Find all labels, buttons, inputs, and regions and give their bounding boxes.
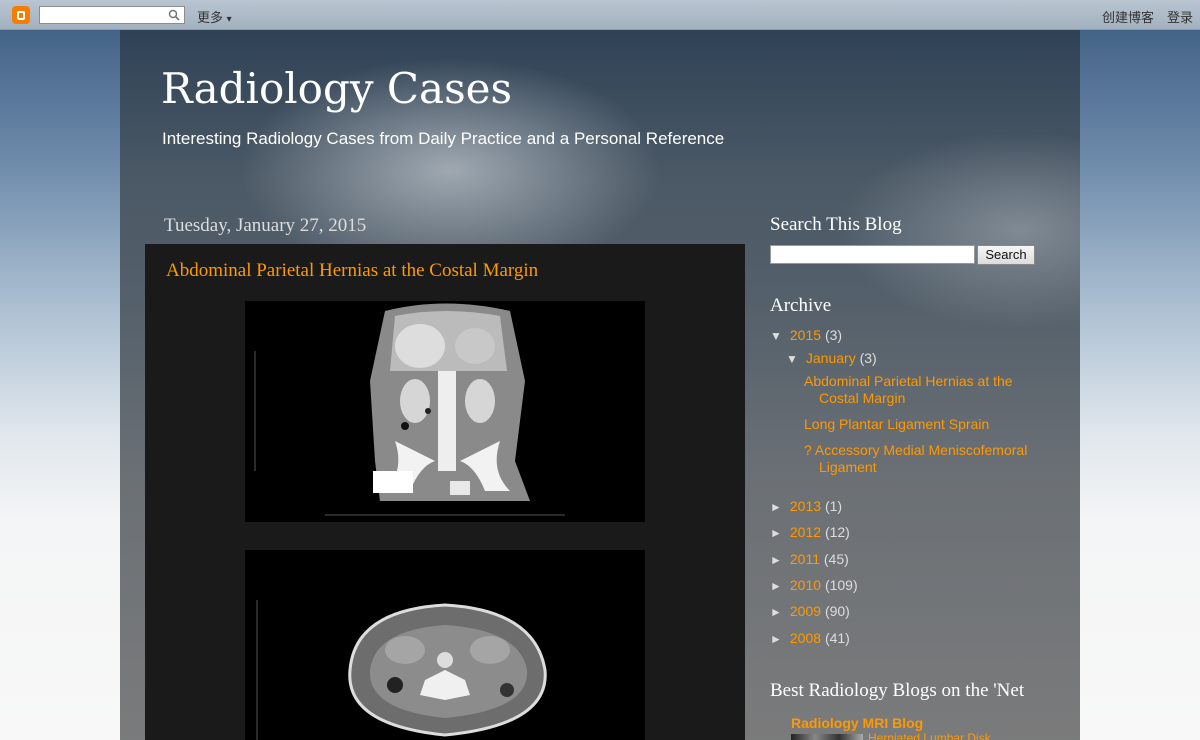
blog-title[interactable]: Radiology Cases	[161, 64, 512, 113]
archive-year-link[interactable]: 2011	[790, 551, 820, 567]
collapsed-triangle-icon[interactable]: ►	[770, 632, 786, 646]
archive-month-january[interactable]: ▼ January (3)	[786, 350, 877, 366]
archive-count: (3)	[824, 327, 843, 343]
more-label: 更多	[197, 10, 224, 25]
blog-description: Interesting Radiology Cases from Daily P…	[162, 129, 725, 148]
expanded-triangle-icon[interactable]: ▼	[770, 329, 786, 343]
chevron-down-icon: ▾	[226, 14, 232, 25]
blogger-navbar: 更多 ▾ 创建博客 登录	[0, 0, 1200, 30]
ct-axial-image[interactable]	[245, 550, 645, 740]
archive-year-2009[interactable]: ► 2009 (90)	[770, 603, 850, 619]
archive-year-2015[interactable]: ▼ 2015 (3)	[770, 327, 842, 343]
expanded-triangle-icon[interactable]: ▼	[786, 352, 802, 366]
archive-year-link[interactable]: 2010	[790, 577, 821, 593]
post-date: Tuesday, January 27, 2015	[164, 215, 367, 236]
post-title[interactable]: Abdominal Parietal Hernias at the Costal…	[166, 260, 538, 282]
blog-content: Radiology Cases Interesting Radiology Ca…	[120, 30, 1080, 740]
collapsed-triangle-icon[interactable]: ►	[770, 553, 786, 567]
collapsed-triangle-icon[interactable]: ►	[770, 500, 786, 514]
archive-count: (90)	[824, 603, 850, 619]
collapsed-triangle-icon[interactable]: ►	[770, 579, 786, 593]
blogroll-thumbnail[interactable]	[791, 734, 863, 740]
archive-post-link[interactable]: Abdominal Parietal Hernias at the Costal…	[804, 373, 1034, 407]
archive-count: (12)	[824, 524, 850, 540]
archive-year-2010[interactable]: ► 2010 (109)	[770, 577, 858, 593]
archive-post-link[interactable]: Long Plantar Ligament Sprain	[804, 416, 1034, 433]
archive-widget-title: Archive	[770, 295, 832, 316]
archive-year-link[interactable]: 2008	[790, 630, 821, 646]
archive-count: (1)	[824, 498, 843, 514]
archive-year-link[interactable]: 2013	[790, 498, 821, 514]
archive-year-link[interactable]: 2015	[790, 327, 821, 343]
archive-year-link[interactable]: 2009	[790, 603, 821, 619]
blog-search-input[interactable]	[770, 245, 975, 264]
archive-count: (45)	[823, 551, 849, 567]
blogger-logo-icon[interactable]	[12, 6, 30, 24]
archive-year-2013[interactable]: ► 2013 (1)	[770, 498, 842, 514]
search-icon[interactable]	[168, 9, 180, 21]
ct-coronal-image[interactable]	[245, 301, 645, 522]
post: Abdominal Parietal Hernias at the Costal…	[145, 244, 745, 740]
blogroll-widget-title: Best Radiology Blogs on the 'Net	[770, 680, 1025, 701]
search-button[interactable]: Search	[977, 245, 1035, 265]
archive-year-2012[interactable]: ► 2012 (12)	[770, 524, 850, 540]
archive-count: (41)	[824, 630, 850, 646]
more-menu[interactable]: 更多 ▾	[197, 7, 232, 26]
archive-post-link[interactable]: ? Accessory Medial Meniscofemoral Ligame…	[804, 442, 1034, 476]
archive-count: (3)	[859, 350, 877, 366]
archive-year-link[interactable]: 2012	[790, 524, 821, 540]
archive-count: (109)	[824, 577, 858, 593]
search-widget-title: Search This Blog	[770, 214, 902, 235]
collapsed-triangle-icon[interactable]: ►	[770, 605, 786, 619]
archive-month-link[interactable]: January	[806, 350, 856, 366]
archive-year-2008[interactable]: ► 2008 (41)	[770, 630, 850, 646]
archive-year-2011[interactable]: ► 2011 (45)	[770, 551, 849, 567]
blogroll-blog-link[interactable]: Radiology MRI Blog	[791, 715, 923, 731]
collapsed-triangle-icon[interactable]: ►	[770, 526, 786, 540]
login-link[interactable]: 登录	[1167, 7, 1193, 26]
create-blog-link[interactable]: 创建博客	[1102, 7, 1154, 26]
blogroll-post-link[interactable]: Herniated Lumbar Disk	[868, 731, 991, 740]
navbar-search-input[interactable]	[39, 6, 185, 24]
